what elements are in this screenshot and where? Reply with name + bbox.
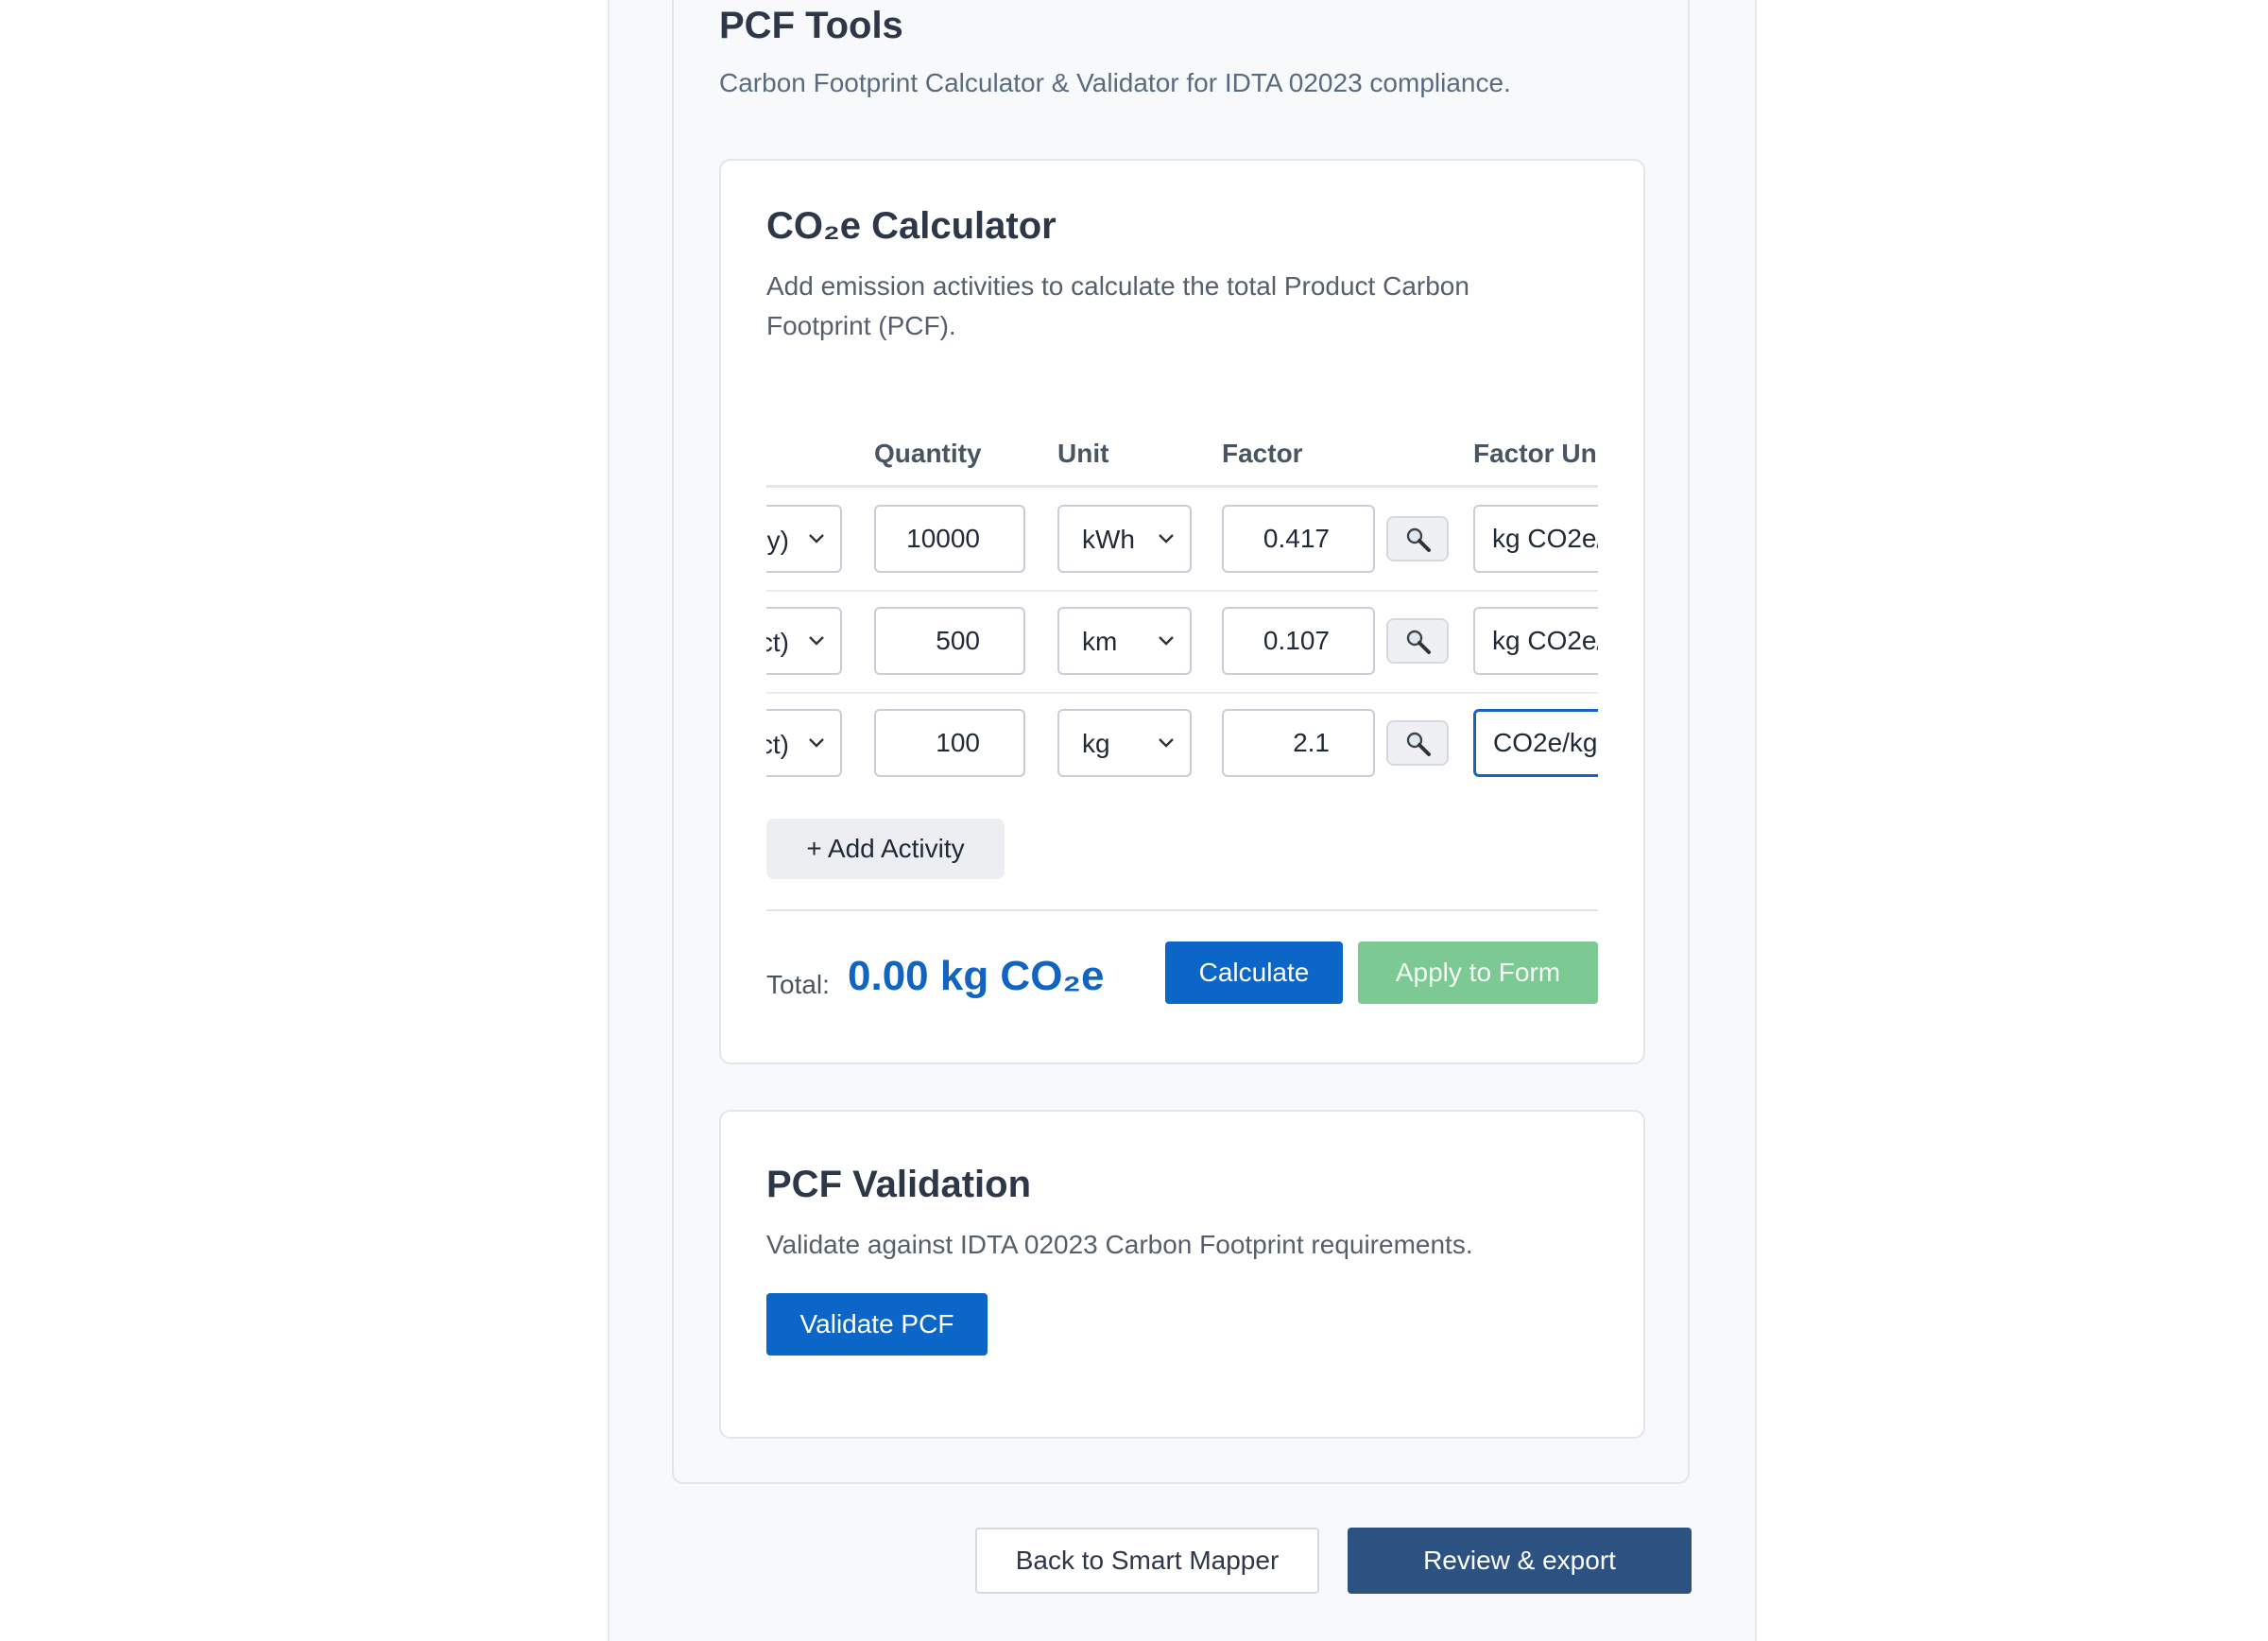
factor-input[interactable]: 0.107 (1222, 607, 1375, 675)
quantity-input[interactable]: 500 (874, 607, 1025, 675)
quantity-input[interactable]: 10000 (874, 505, 1025, 573)
activities-table[interactable]: Quantity Unit Factor Factor Un y) 10000 … (766, 405, 1598, 783)
unit-select[interactable]: kg (1057, 709, 1192, 777)
factor-unit-input[interactable]: kg CO2e/kWh (1473, 505, 1598, 573)
col-unit: Unit (1057, 439, 1109, 468)
validate-pcf-button[interactable]: Validate PCF (766, 1293, 988, 1356)
table-row: ct) 500 km 0.107 kg CO2e/km (766, 592, 1598, 694)
magnifier-icon (1406, 630, 1431, 654)
activity-category-select[interactable]: y) (766, 505, 842, 573)
chevron-down-icon (809, 534, 824, 544)
table-row: y) 10000 kWh 0.417 kg CO2e/kWh (766, 490, 1598, 592)
activity-category-select[interactable]: ct) (766, 607, 842, 675)
pcf-tools-panel: PCF Tools Carbon Footprint Calculator & … (672, 0, 1690, 1484)
co2e-calculator-card: CO₂e Calculator Add emission activities … (719, 159, 1645, 1064)
add-activity-button[interactable]: + Add Activity (766, 819, 1005, 879)
unit-select[interactable]: km (1057, 607, 1192, 675)
chevron-down-icon (1159, 738, 1174, 748)
review-export-button[interactable]: Review & export (1348, 1528, 1692, 1594)
total-value: 0.00 kg CO₂e (848, 953, 1105, 999)
factor-lookup-button[interactable] (1386, 720, 1449, 766)
factor-lookup-button[interactable] (1386, 618, 1449, 664)
apply-to-form-button[interactable]: Apply to Form (1358, 941, 1598, 1004)
divider (766, 909, 1598, 911)
factor-input[interactable]: 0.417 (1222, 505, 1375, 573)
pcf-tools-title: PCF Tools (719, 5, 903, 46)
factor-unit-input[interactable]: CO2e/kg (1473, 709, 1598, 777)
pcf-validation-card: PCF Validation Validate against IDTA 020… (719, 1110, 1645, 1439)
page-column: PCF Tools Carbon Footprint Calculator & … (608, 0, 1757, 1641)
quantity-input[interactable]: 100 (874, 709, 1025, 777)
magnifier-icon (1406, 527, 1431, 552)
chevron-down-icon (1159, 534, 1174, 544)
col-quantity: Quantity (874, 439, 982, 468)
chevron-down-icon (809, 738, 824, 748)
factor-unit-input[interactable]: kg CO2e/km (1473, 607, 1598, 675)
back-to-smart-mapper-button[interactable]: Back to Smart Mapper (975, 1528, 1319, 1594)
magnifier-icon (1406, 732, 1431, 756)
table-header: Quantity Unit Factor Factor Un (766, 405, 1598, 488)
calculator-description: Add emission activities to calculate the… (766, 271, 1469, 340)
calculator-title: CO₂e Calculator (766, 205, 1057, 247)
factor-input[interactable]: 2.1 (1222, 709, 1375, 777)
validation-title: PCF Validation (766, 1164, 1032, 1205)
col-factor: Factor (1222, 439, 1303, 468)
chevron-down-icon (1159, 636, 1174, 646)
col-factor-unit: Factor Un (1473, 439, 1597, 468)
table-row: ct) 100 kg 2.1 CO2e/kg (766, 694, 1598, 783)
total-label: Total: (766, 970, 830, 999)
calculate-button[interactable]: Calculate (1165, 941, 1343, 1004)
activity-category-select[interactable]: ct) (766, 709, 842, 777)
pcf-tools-subtitle: Carbon Footprint Calculator & Validator … (719, 68, 1511, 97)
chevron-down-icon (809, 636, 824, 646)
unit-select[interactable]: kWh (1057, 505, 1192, 573)
validation-description: Validate against IDTA 02023 Carbon Footp… (766, 1230, 1473, 1259)
factor-lookup-button[interactable] (1386, 516, 1449, 561)
